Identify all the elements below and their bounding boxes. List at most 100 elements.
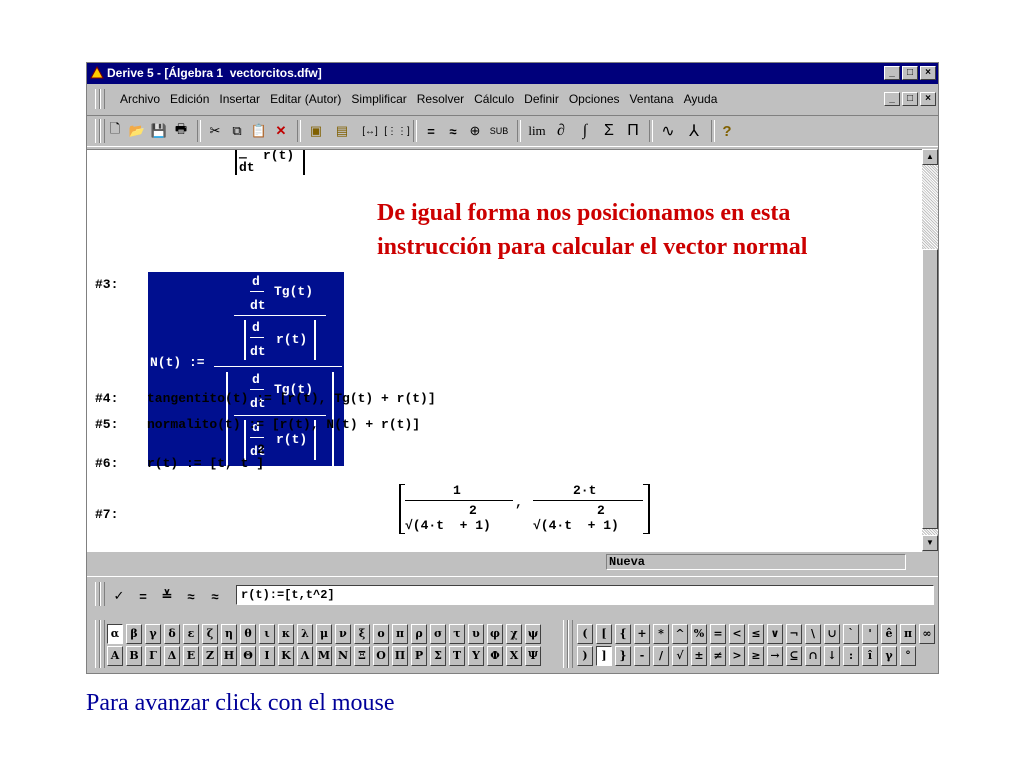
greek-symbol-key[interactable]: κ xyxy=(278,624,294,644)
greek-symbol-key[interactable]: ν xyxy=(335,624,351,644)
math-symbol-key[interactable]: γ xyxy=(881,646,897,666)
math-symbol-key[interactable]: ` xyxy=(843,624,859,644)
vector-icon[interactable]: [↔] xyxy=(357,120,383,142)
paste-icon[interactable]: 📋 xyxy=(249,120,269,142)
copy-icon[interactable]: ⧉ xyxy=(227,120,247,142)
greek-symbol-key[interactable]: γ xyxy=(145,624,161,644)
entry-approximate-icon[interactable]: ≈ xyxy=(181,585,201,607)
greek-symbol-key[interactable]: ο xyxy=(373,624,389,644)
math-symbol-key[interactable]: { xyxy=(615,624,631,644)
menu-archivo[interactable]: Archivo xyxy=(120,92,160,106)
entry-approximate-keep-icon[interactable]: ≈ xyxy=(205,585,225,607)
math-symbol-key[interactable]: ⊆ xyxy=(786,646,802,666)
cut-icon[interactable]: ✂ xyxy=(205,120,225,142)
math-symbol-key[interactable]: * xyxy=(653,624,669,644)
close-button[interactable]: × xyxy=(920,66,936,80)
menu-definir[interactable]: Definir xyxy=(524,92,559,106)
maximize-button[interactable]: □ xyxy=(902,66,918,80)
matrix-icon[interactable]: [⋮⋮] xyxy=(384,120,410,142)
plot-2d-icon[interactable]: ∿ xyxy=(657,120,679,142)
expr-6[interactable]: r(t) := [t, t ] xyxy=(147,456,264,471)
math-symbol-key[interactable]: ≤ xyxy=(748,624,764,644)
scroll-up-icon[interactable]: ▲ xyxy=(922,149,938,165)
math-symbol-key[interactable]: ∞ xyxy=(919,624,935,644)
help-icon[interactable]: ? xyxy=(717,120,737,142)
math-symbol-key[interactable]: } xyxy=(615,646,631,666)
insert-expression-icon[interactable]: ▣ xyxy=(305,120,327,142)
greek-symbol-key[interactable]: α xyxy=(107,624,123,644)
math-symbol-key[interactable]: ≥ xyxy=(748,646,764,666)
greek-symbol-key[interactable]: φ xyxy=(487,624,503,644)
greek-symbol-key[interactable]: Δ xyxy=(164,646,180,666)
greek-symbol-key[interactable]: τ xyxy=(449,624,465,644)
greek-symbol-key[interactable]: Η xyxy=(221,646,237,666)
math-symbol-key[interactable]: : xyxy=(843,646,859,666)
greek-symbol-key[interactable]: σ xyxy=(430,624,446,644)
greek-symbol-key[interactable]: Ξ xyxy=(354,646,370,666)
menu-edicion[interactable]: Edición xyxy=(170,92,209,106)
greek-symbol-key[interactable]: Μ xyxy=(316,646,332,666)
greek-symbol-key[interactable]: Β xyxy=(126,646,142,666)
menu-ventana[interactable]: Ventana xyxy=(630,92,674,106)
math-symbol-key[interactable]: ¬ xyxy=(786,624,802,644)
greek-symbol-key[interactable]: Ι xyxy=(259,646,275,666)
greek-symbol-key[interactable]: Α xyxy=(107,646,123,666)
menu-ayuda[interactable]: Ayuda xyxy=(684,92,718,106)
print-icon[interactable]: 🖶 xyxy=(171,120,191,142)
doc-restore-button[interactable]: □ xyxy=(902,92,918,106)
greek-symbol-key[interactable]: Ψ xyxy=(525,646,541,666)
expr-5[interactable]: normalito(t) := [r(t), N(t) + r(t)] xyxy=(147,417,420,432)
greek-symbol-key[interactable]: ψ xyxy=(525,624,541,644)
math-symbol-key[interactable]: % xyxy=(691,624,707,644)
math-symbol-key[interactable]: [ xyxy=(596,624,612,644)
entry-simplify-icon[interactable]: = xyxy=(133,585,153,607)
derivative-icon[interactable]: ∂ xyxy=(551,120,571,142)
expr-4[interactable]: tangentito(t) := [r(t), Tg(t) + r(t)] xyxy=(147,391,436,406)
greek-symbol-key[interactable]: θ xyxy=(240,624,256,644)
solve-icon[interactable]: ⊕ xyxy=(465,120,485,142)
math-symbol-key[interactable]: ± xyxy=(691,646,707,666)
simplify-icon[interactable]: = xyxy=(421,120,441,142)
math-symbol-key[interactable]: ∩ xyxy=(805,646,821,666)
greek-symbol-key[interactable]: Γ xyxy=(145,646,161,666)
greek-symbol-key[interactable]: Ζ xyxy=(202,646,218,666)
limit-icon[interactable]: lim xyxy=(525,120,549,142)
menu-opciones[interactable]: Opciones xyxy=(569,92,620,106)
greek-symbol-key[interactable]: λ xyxy=(297,624,313,644)
math-symbol-key[interactable]: > xyxy=(729,646,745,666)
expression-input[interactable]: r(t):=[t,t^2] xyxy=(236,585,934,605)
scroll-thumb[interactable] xyxy=(922,249,938,529)
integral-icon[interactable]: ∫ xyxy=(575,120,595,142)
delete-icon[interactable]: ✕ xyxy=(271,120,291,142)
math-symbol-key[interactable]: ) xyxy=(577,646,593,666)
substitute-icon[interactable]: SUB xyxy=(487,120,511,142)
math-symbol-key[interactable]: / xyxy=(653,646,669,666)
math-symbol-key[interactable]: ] xyxy=(596,646,612,666)
math-symbol-key[interactable]: → xyxy=(767,646,783,666)
math-symbol-key[interactable]: ∨ xyxy=(767,624,783,644)
selected-expression-3[interactable]: N(t) := d dt Tg(t) d dt r(t) d dt Tg(t) … xyxy=(148,272,344,466)
vertical-scrollbar[interactable]: ▲ ▼ xyxy=(922,149,938,551)
math-symbol-key[interactable]: ê xyxy=(881,624,897,644)
greek-symbol-key[interactable]: ζ xyxy=(202,624,218,644)
math-symbol-key[interactable]: π xyxy=(900,624,916,644)
open-folder-icon[interactable]: 📂 xyxy=(127,120,147,142)
math-symbol-key[interactable]: = xyxy=(710,624,726,644)
math-symbol-key[interactable]: \ xyxy=(805,624,821,644)
greek-symbol-key[interactable]: Φ xyxy=(487,646,503,666)
new-file-icon[interactable]: 🗋 xyxy=(105,120,125,142)
greek-symbol-key[interactable]: Σ xyxy=(430,646,446,666)
math-symbol-key[interactable]: √ xyxy=(672,646,688,666)
greek-symbol-key[interactable]: Ο xyxy=(373,646,389,666)
save-icon[interactable]: 💾 xyxy=(149,120,169,142)
insert-text-icon[interactable]: ▤ xyxy=(331,120,353,142)
doc-minimize-button[interactable]: _ xyxy=(884,92,900,106)
menu-calculo[interactable]: Cálculo xyxy=(474,92,514,106)
greek-symbol-key[interactable]: δ xyxy=(164,624,180,644)
math-symbol-key[interactable]: ∪ xyxy=(824,624,840,644)
math-symbol-key[interactable]: ^ xyxy=(672,624,688,644)
minimize-button[interactable]: _ xyxy=(884,66,900,80)
menu-simplificar[interactable]: Simplificar xyxy=(351,92,406,106)
greek-symbol-key[interactable]: ρ xyxy=(411,624,427,644)
greek-symbol-key[interactable]: π xyxy=(392,624,408,644)
